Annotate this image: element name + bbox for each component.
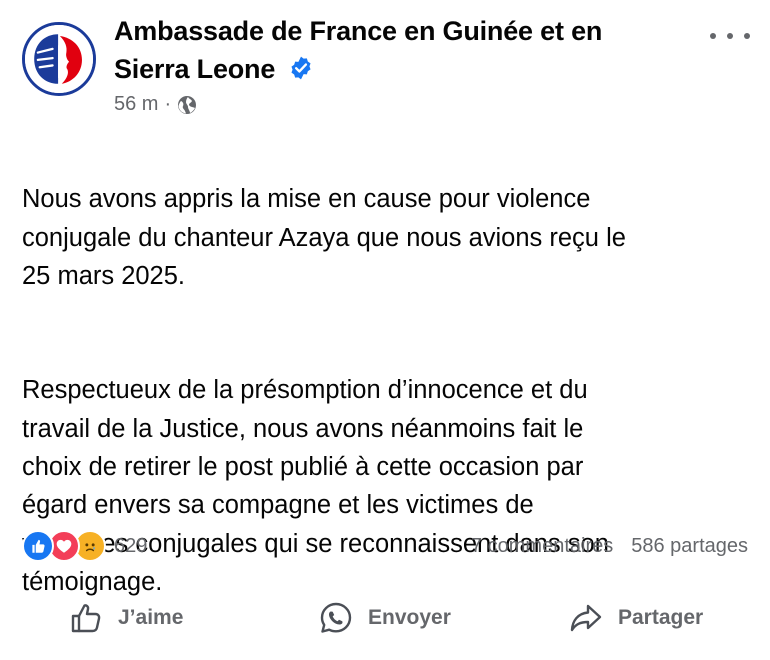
more-dot — [744, 33, 750, 39]
reaction-count[interactable]: 629 — [114, 535, 147, 558]
share-arrow-icon — [570, 604, 602, 632]
share-button-label: Partager — [618, 606, 704, 629]
comments-count[interactable]: 7 commentaires — [471, 535, 613, 558]
shares-count[interactable]: 586 partages — [631, 535, 748, 558]
post-header: Ambassade de France en Guinée et en Sier… — [0, 0, 770, 125]
post-meta: 56 m · — [114, 93, 197, 116]
whatsapp-icon — [320, 602, 352, 633]
more-dot — [727, 33, 733, 39]
reactions-summary: 629 7 commentaires 586 partages — [22, 528, 748, 564]
more-options-button[interactable] — [710, 24, 750, 48]
post-paragraph: Respectueux de la présomption d’innocenc… — [22, 376, 609, 596]
post-actions: J’aime Envoyer Partager — [0, 590, 770, 646]
engagement-stats: 7 commentaires 586 partages — [471, 535, 748, 558]
globe-icon — [178, 95, 197, 114]
send-button[interactable]: Envoyer — [318, 598, 451, 638]
like-button-label: J’aime — [118, 606, 184, 629]
like-button[interactable]: J’aime — [68, 598, 183, 638]
post-paragraph: Nous avons appris la mise en cause pour … — [22, 185, 626, 290]
meta-separator: · — [164, 93, 172, 115]
more-options-icon — [710, 33, 716, 39]
post-body: Nous avons appris la mise en cause pour … — [22, 142, 752, 640]
reaction-icons[interactable] — [22, 530, 106, 562]
marianne-logo-icon — [25, 25, 93, 93]
share-button[interactable]: Partager — [568, 598, 703, 638]
like-reaction-icon — [22, 530, 54, 562]
thumbs-up-icon — [71, 604, 101, 633]
page-name[interactable]: Ambassade de France en Guinée et en Sier… — [114, 12, 674, 88]
send-button-label: Envoyer — [368, 606, 451, 629]
post-timestamp[interactable]: 56 m — [114, 93, 158, 116]
page-avatar[interactable] — [22, 22, 96, 96]
page-name-text[interactable]: Ambassade de France en Guinée et en Sier… — [114, 16, 602, 84]
verified-badge-icon — [291, 56, 312, 80]
